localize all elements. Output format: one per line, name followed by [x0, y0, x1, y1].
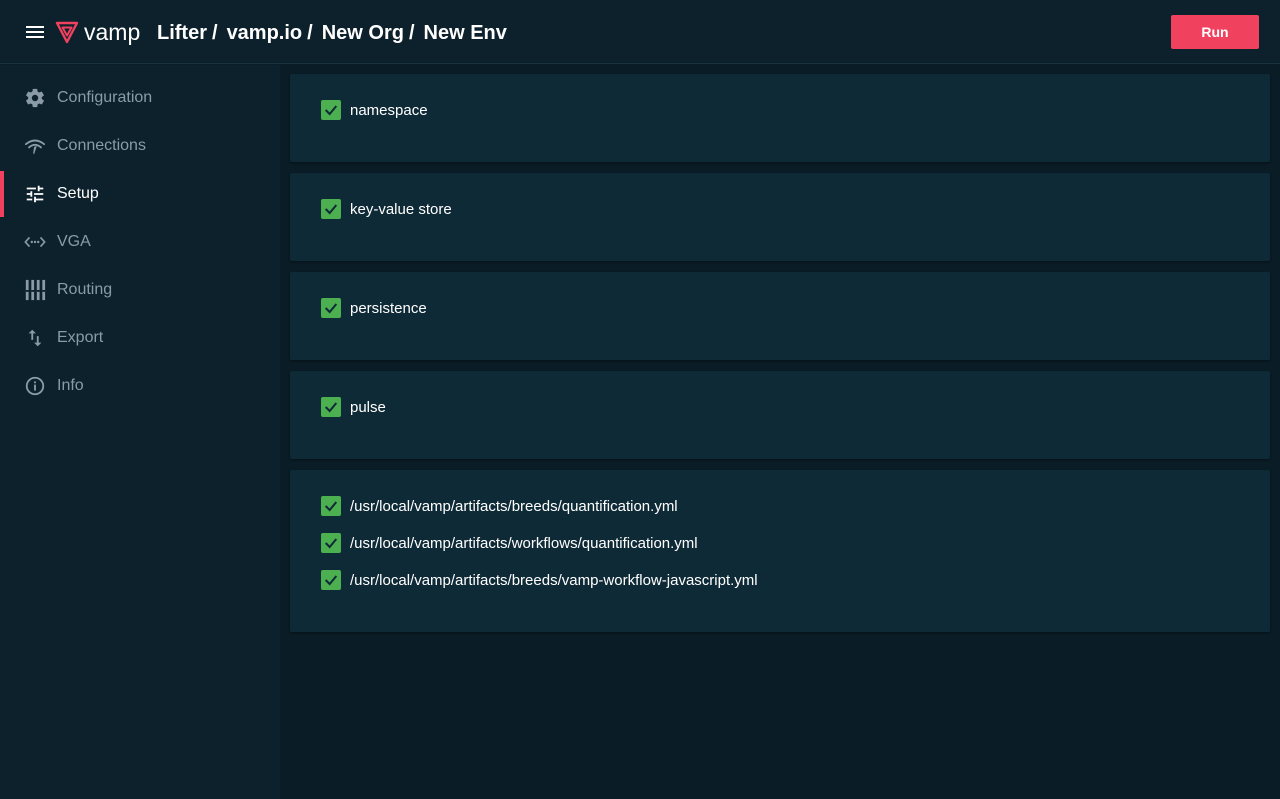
sidebar-item-connections[interactable]: Connections: [0, 122, 280, 170]
equalizer-icon: [24, 279, 46, 301]
checkbox[interactable]: [321, 570, 341, 590]
breadcrumb-separator: /: [307, 21, 313, 44]
checkbox-label: persistence: [350, 299, 427, 317]
list-item: namespace: [321, 99, 428, 121]
card-key-value-store: key-value store: [290, 173, 1270, 261]
checkbox[interactable]: [321, 496, 341, 516]
sidebar-item-export[interactable]: Export: [0, 314, 280, 362]
hamburger-menu-icon[interactable]: [25, 24, 45, 40]
checkbox[interactable]: [321, 298, 341, 318]
breadcrumb: Lifter / vamp.io / New Org / New Env: [157, 20, 507, 46]
sidebar-item-label: Setup: [57, 185, 99, 202]
breadcrumb-vamp-io[interactable]: vamp.io: [227, 22, 303, 45]
card-persistence: persistence: [290, 272, 1270, 360]
checkbox[interactable]: [321, 533, 341, 553]
list-item: key-value store: [321, 198, 452, 220]
sidebar-item-label: Routing: [57, 281, 113, 298]
checkmark-icon: [324, 538, 338, 549]
sidebar: Configuration Connections Setup VGA Rout…: [0, 65, 280, 799]
info-icon: [24, 375, 46, 397]
list-item: persistence: [321, 297, 427, 319]
checkmark-icon: [324, 402, 338, 413]
sidebar-item-routing[interactable]: Routing: [0, 266, 280, 314]
checkmark-icon: [324, 501, 338, 512]
checkbox-label: /usr/local/vamp/artifacts/breeds/quantif…: [350, 497, 678, 515]
checkbox-label: pulse: [350, 398, 386, 416]
wifi-icon: [24, 135, 46, 157]
logo-text: vamp: [84, 18, 141, 45]
sidebar-item-label: Connections: [57, 137, 146, 154]
sidebar-item-label: Export: [57, 329, 104, 346]
checkbox[interactable]: [321, 100, 341, 120]
sliders-icon: [24, 183, 46, 205]
swap-vertical-icon: [24, 327, 46, 349]
sidebar-item-label: Configuration: [57, 89, 153, 106]
checkbox-label: key-value store: [350, 200, 452, 218]
breadcrumb-new-org[interactable]: New Org: [322, 22, 404, 45]
card-namespace: namespace: [290, 74, 1270, 162]
checkmark-icon: [324, 204, 338, 215]
checkbox-label: /usr/local/vamp/artifacts/breeds/vamp-wo…: [350, 571, 758, 589]
sidebar-item-label: VGA: [57, 233, 91, 250]
list-item: /usr/local/vamp/artifacts/breeds/vamp-wo…: [321, 569, 758, 591]
card-artifacts: /usr/local/vamp/artifacts/breeds/quantif…: [290, 470, 1270, 632]
breadcrumb-separator: /: [212, 21, 218, 44]
checkmark-icon: [324, 105, 338, 116]
breadcrumb-separator: /: [408, 21, 415, 44]
breadcrumb-new-env[interactable]: New Env: [424, 22, 507, 45]
checkbox-label: namespace: [350, 101, 428, 119]
card-pulse: pulse: [290, 371, 1270, 459]
sidebar-item-configuration[interactable]: Configuration: [0, 74, 280, 122]
checkmark-icon: [324, 575, 338, 586]
top-bar: vamp Lifter / vamp.io / New Org / New En…: [0, 0, 1280, 64]
checkbox[interactable]: [321, 397, 341, 417]
list-item: pulse: [321, 396, 386, 418]
sidebar-item-info[interactable]: Info: [0, 362, 280, 410]
gear-icon: [24, 87, 46, 109]
checkmark-icon: [324, 303, 338, 314]
code-dots-icon: [24, 231, 46, 253]
sidebar-item-label: Info: [57, 377, 84, 394]
run-button[interactable]: Run: [1171, 15, 1259, 49]
checkbox-label: /usr/local/vamp/artifacts/workflows/quan…: [350, 534, 698, 552]
sidebar-item-vga[interactable]: VGA: [0, 218, 280, 266]
list-item: /usr/local/vamp/artifacts/breeds/quantif…: [321, 495, 678, 517]
breadcrumb-lifter[interactable]: Lifter: [157, 22, 207, 45]
checkbox[interactable]: [321, 199, 341, 219]
vamp-logo-icon: [55, 21, 79, 44]
vamp-logo[interactable]: vamp: [55, 19, 140, 45]
sidebar-item-setup[interactable]: Setup: [0, 170, 280, 218]
list-item: /usr/local/vamp/artifacts/workflows/quan…: [321, 532, 698, 554]
